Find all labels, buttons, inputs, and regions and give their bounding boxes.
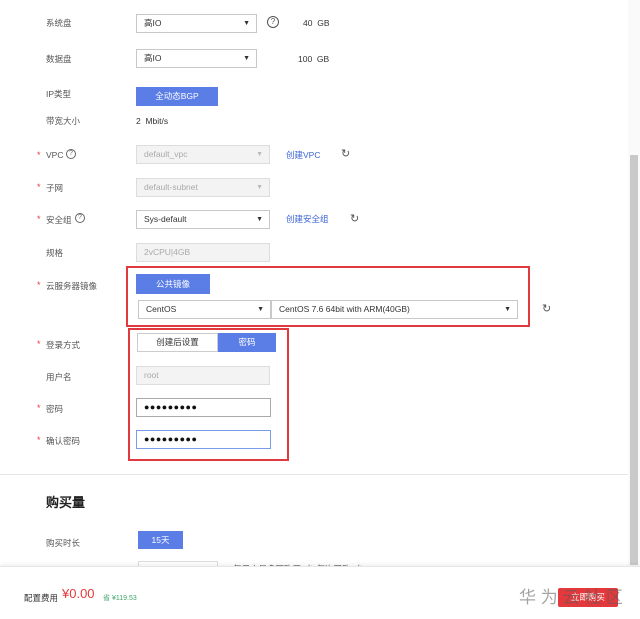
spec-field: 2vCPU|4GB — [136, 243, 270, 262]
bandwidth-value: 2 Mbit/s — [136, 116, 169, 126]
purchase-heading: 购买量 — [46, 495, 86, 510]
username-value: root — [144, 370, 159, 380]
data-disk-type-select[interactable]: 高IO ▼ — [136, 49, 257, 68]
vpc-label: VPC — [46, 150, 64, 160]
ip-type-label: IP类型 — [46, 89, 72, 99]
system-disk-label: 系统盘 — [46, 18, 72, 28]
help-icon[interactable]: ? — [75, 213, 85, 223]
chevron-down-icon: ▼ — [256, 184, 263, 191]
username-label: 用户名 — [46, 372, 72, 382]
section-divider — [0, 474, 628, 475]
scrollbar-thumb[interactable] — [630, 155, 638, 565]
required-mark: * — [37, 150, 41, 160]
duration-option-15d[interactable]: 15天 — [138, 531, 183, 549]
spec-label: 规格 — [46, 248, 64, 258]
tab-public-image[interactable]: 公共镜像 — [136, 274, 210, 294]
chevron-down-icon: ▼ — [243, 20, 250, 27]
password-input[interactable]: ●●●●●●●●● — [136, 398, 271, 417]
required-mark: * — [37, 280, 41, 290]
spec-value: 2vCPU|4GB — [144, 247, 191, 257]
ip-type-bgp-button[interactable]: 全动态BGP — [136, 87, 218, 106]
os-version-select[interactable]: CentOS 7.6 64bit with ARM(40GB) ▼ — [271, 300, 518, 319]
os-value: CentOS — [146, 304, 177, 314]
username-field: root — [136, 366, 270, 385]
refresh-icon[interactable]: ↻ — [542, 302, 551, 315]
data-disk-type-value: 高IO — [144, 53, 162, 63]
login-option-later[interactable]: 创建后设置 — [137, 333, 218, 352]
security-group-label: 安全组 — [46, 215, 72, 225]
required-mark: * — [37, 339, 41, 349]
security-group-value: Sys-default — [144, 214, 187, 224]
help-icon[interactable]: ? — [66, 149, 76, 159]
system-disk-size: 40 GB — [303, 18, 330, 28]
confirm-password-label: 确认密码 — [46, 436, 81, 446]
system-disk-type-select[interactable]: 高IO ▼ — [136, 14, 257, 33]
data-disk-size: 100 GB — [298, 54, 330, 64]
chevron-down-icon: ▼ — [504, 306, 511, 313]
chevron-down-icon: ▼ — [256, 151, 263, 158]
chevron-down-icon: ▼ — [243, 55, 250, 62]
vpc-value: default_vpc — [144, 149, 188, 159]
refresh-icon[interactable]: ↻ — [350, 212, 359, 225]
os-select[interactable]: CentOS ▼ — [138, 300, 271, 319]
watermark: 华 为 云 社 区 — [519, 588, 623, 607]
security-group-select[interactable]: Sys-default ▼ — [136, 210, 270, 229]
chevron-down-icon: ▼ — [256, 216, 263, 223]
bandwidth-label: 带宽大小 — [46, 116, 81, 126]
vpc-select[interactable]: default_vpc ▼ — [136, 145, 270, 164]
help-icon[interactable]: ? — [267, 16, 279, 28]
login-option-password[interactable]: 密码 — [218, 333, 276, 352]
subnet-value: default-subnet — [144, 182, 198, 192]
image-label: 云服务器镜像 — [46, 281, 98, 291]
refresh-icon[interactable]: ↻ — [341, 147, 350, 160]
subnet-select[interactable]: default-subnet ▼ — [136, 178, 270, 197]
login-method-label: 登录方式 — [46, 340, 81, 350]
total-price: ¥0.00 — [62, 586, 95, 601]
fee-label: 配置费用 — [24, 593, 59, 603]
create-security-group-link[interactable]: 创建安全组 — [286, 213, 329, 225]
required-mark: * — [37, 435, 41, 445]
confirm-password-input[interactable]: ●●●●●●●●● — [136, 430, 271, 449]
os-version-value: CentOS 7.6 64bit with ARM(40GB) — [279, 304, 410, 314]
chevron-down-icon: ▼ — [257, 306, 264, 313]
required-mark: * — [37, 214, 41, 224]
subnet-label: 子网 — [46, 183, 64, 193]
savings-note: 省 ¥119.53 — [103, 595, 137, 602]
duration-label: 购买时长 — [46, 538, 81, 548]
required-mark: * — [37, 403, 41, 413]
required-mark: * — [37, 182, 41, 192]
password-label: 密码 — [46, 404, 64, 414]
system-disk-type-value: 高IO — [144, 18, 162, 28]
create-vpc-link[interactable]: 创建VPC — [286, 149, 320, 161]
data-disk-label: 数据盘 — [46, 54, 72, 64]
